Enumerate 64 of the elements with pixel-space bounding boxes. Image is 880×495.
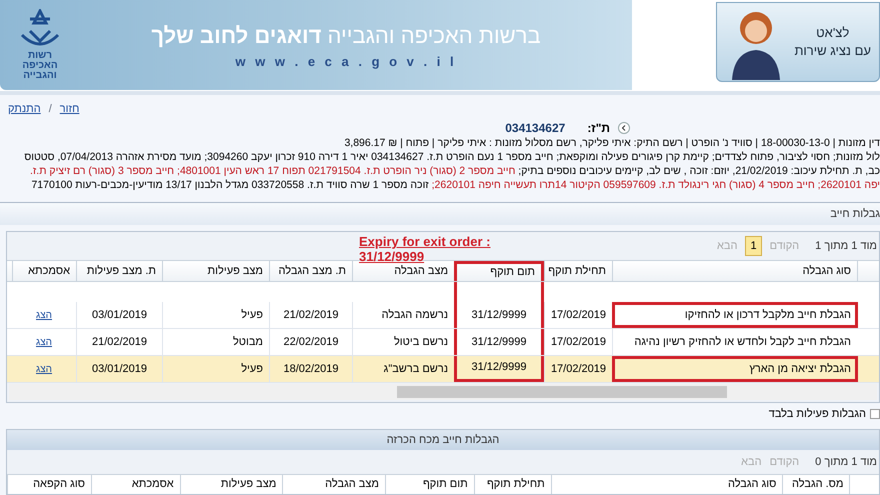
- table-cell-text: פעיל: [240, 362, 264, 377]
- column-header[interactable]: מצב פעילות: [162, 261, 269, 282]
- id-value: 034134627: [505, 120, 566, 138]
- page-count: מוד 1 מתוך 0: [815, 454, 877, 470]
- nav-link[interactable]: חזור: [60, 100, 80, 118]
- page-count: מוד 1 מתוך 1: [815, 238, 877, 254]
- column-header[interactable]: אסמכתא: [90, 474, 180, 494]
- id-label: ת"ז:: [587, 120, 610, 138]
- banner-slogan: ברשות האכיפה והגבייה דואגים לחוב שלך: [151, 22, 541, 50]
- table-cell-text: 18/02/2019: [282, 362, 340, 377]
- chat-subtitle: עם נציג שירות: [794, 42, 871, 60]
- checkbox[interactable]: [870, 409, 880, 420]
- column-header[interactable]: מצב פעילות: [180, 474, 282, 494]
- column-header[interactable]: תום תוקף: [454, 261, 544, 282]
- column-header[interactable]: תום תוקף: [384, 474, 474, 494]
- table-cell-text: נרשמה הגבלה: [380, 308, 449, 323]
- column-header[interactable]: ת. מצב הגבלה: [269, 261, 352, 282]
- table-cell-text: 21/02/2019: [282, 308, 340, 323]
- column-header[interactable]: סוג הקפאה: [7, 474, 91, 494]
- table-cell-text: 03/01/2019: [90, 308, 148, 323]
- view-link[interactable]: הצג: [36, 308, 52, 323]
- nav-separator: /: [48, 102, 52, 117]
- table-cell-text: הגבלת חייב לקבל ולחדש או להחזיק רשיון נהיגה: [633, 334, 852, 350]
- table-cell: הגבלת יציאה מן הארץ: [615, 358, 855, 380]
- case-details-line: יפה 2620101; חייב מספר 4 (סגור) חגי רינגולד ת.ז. 059597609 הקיטור 14תרו תעשייה חיפה 2620101; זוכה מספר 1 שרה סוויד ת.ז. 033720558 מגדל הלבנון 13/17 מודיעין-מכבים-רעות 7170100: [31, 178, 880, 192]
- column-header[interactable]: תחילת תוקף: [474, 474, 551, 494]
- chevron-left-icon[interactable]: [618, 122, 630, 134]
- table-cell-text: נרשם ברשב"ג: [382, 362, 449, 377]
- case-details-line: לול מזונות; חסוי לציבור, פתוח לצדדים; קיימת קרן פיגורים פעילה ומוקפאת; חייב מספר 1 נעם הופרט ת.ז. 034134627 יאיר 1 דירה 910 זכרון יעקב 3094260; מועד מסירת אזהרה 07/04/2013, סטטוס: [24, 150, 880, 164]
- table-cell-text: פעיל: [240, 308, 264, 323]
- column-header[interactable]: מצב הגבלה: [282, 474, 385, 494]
- column-header[interactable]: מס. הגבלה: [782, 474, 850, 494]
- view-link[interactable]: הצג: [36, 362, 52, 377]
- view-link[interactable]: הצג: [36, 334, 52, 350]
- section-title: הגבלות חייב מכח הכרזה: [386, 432, 500, 448]
- section-title: גבלות חייב: [830, 206, 880, 222]
- case-details-line: דין מזונות | 18-00030-13-0 | סוויד נ' הופרט | רשם התיק: איתי פליקר, רשם מסלול מזונות : איתי פליקר | פתוח | ₪ 3,896.17: [344, 136, 880, 150]
- table-cell-text: 31/12/9999: [470, 334, 528, 350]
- table-cell-text: 31/12/9999: [470, 360, 528, 376]
- table-cell-text: נרשם ביטול: [392, 334, 449, 350]
- table-cell-text: מבוטל: [232, 334, 264, 350]
- table-cell-text: 31/12/9999: [470, 308, 528, 323]
- table-cell-text: 17/02/2019: [550, 334, 607, 350]
- logo-text: רשות האכיפה והגבייה: [21, 51, 59, 81]
- checkbox-label: הגבלות פעילות בלבד: [768, 406, 866, 422]
- table-cell: הגבלת חייב מלקבל דרכון או להחזיקו: [615, 304, 855, 326]
- column-header[interactable]: סוג הגבלה: [612, 261, 857, 282]
- chat-banner[interactable]: לצ'אט עם נציג שירות: [716, 2, 880, 82]
- table-cell-text: 21/02/2019: [90, 334, 148, 350]
- website-url: w w w . e c a . g o v . i l: [235, 52, 457, 71]
- column-header[interactable]: ת. מצב פעילות: [76, 261, 162, 282]
- nav-link[interactable]: התנתק: [8, 100, 41, 118]
- page-number[interactable]: 1: [745, 236, 762, 256]
- column-header[interactable]: סוג הגבלה: [550, 474, 782, 494]
- table-cell-text: 17/02/2019: [550, 362, 607, 377]
- column-header[interactable]: תחילת תוקף: [544, 261, 612, 282]
- table-cell-text: 22/02/2019: [282, 334, 340, 350]
- chat-title: לצ'אט: [816, 24, 850, 42]
- case-details-line: כב, ת. תחילת עיכוב: 21/02/2019, יוזם: זוכה , שים לב, קיימים עיכובים נוספים בתיק; חייב מספר 2 (סגור) ניר הופרט ת.ז. 021791504 תפוח 17 ראש העין 4801001; חייב מספר 3 (סגור) רם זיציק ת.ז.: [30, 164, 880, 178]
- table-cell-text: 03/01/2019: [90, 362, 148, 377]
- column-header[interactable]: אסמכתא: [12, 261, 76, 282]
- table-cell-text: 17/02/2019: [550, 308, 607, 323]
- horizontal-scrollbar[interactable]: [9, 384, 877, 400]
- column-header[interactable]: מצב הגבלה: [352, 261, 454, 282]
